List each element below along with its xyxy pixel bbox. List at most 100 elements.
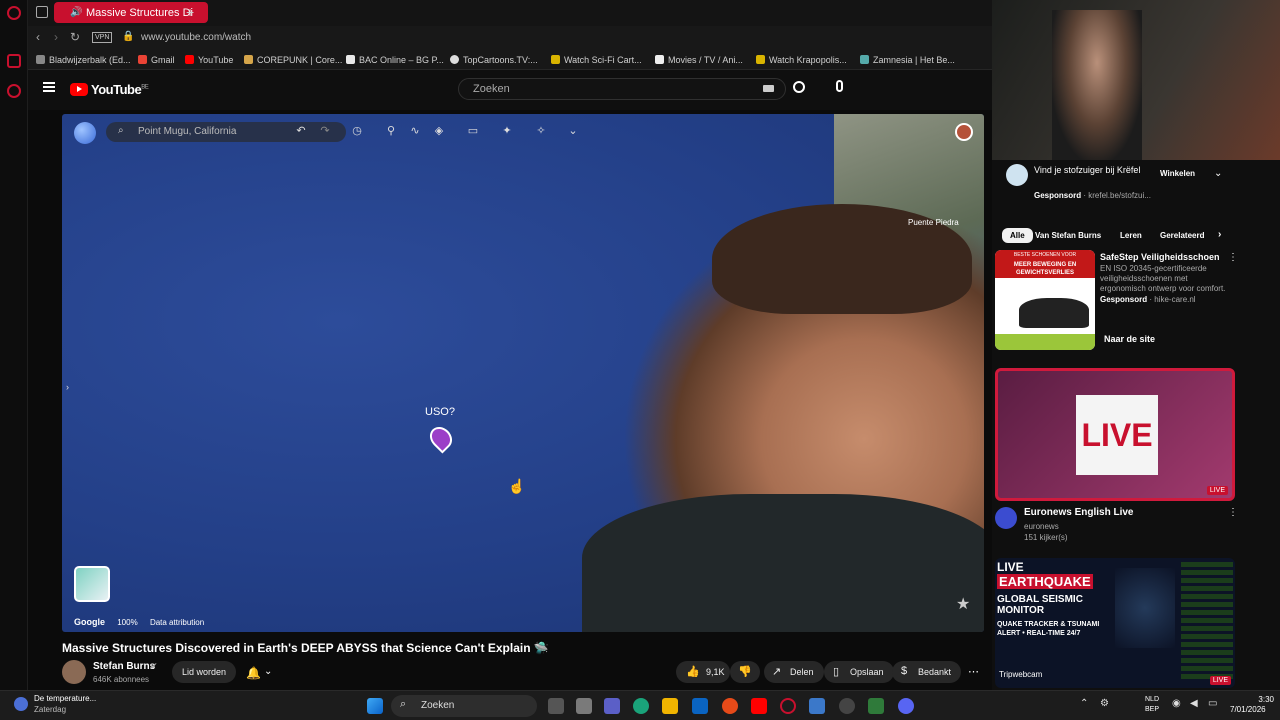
placemark-pin-icon[interactable] (425, 422, 457, 454)
start-icon[interactable] (367, 698, 383, 714)
chevron-down-icon[interactable]: ⌄ (566, 124, 580, 138)
bookmark-item[interactable]: YouTube (185, 55, 233, 65)
path-icon[interactable]: ∿ (408, 124, 422, 138)
task-view-icon[interactable] (548, 698, 564, 714)
krefel-logo[interactable] (1006, 164, 1028, 186)
language-indicator[interactable]: NLD BEP (1145, 695, 1159, 715)
satellite-icon[interactable]: ✦ (500, 124, 514, 138)
channel-avatar[interactable] (62, 660, 86, 684)
forward-icon[interactable]: › (54, 30, 58, 44)
opera-logo-icon[interactable] (7, 6, 21, 20)
chip-channel[interactable]: Van Stefan Burns (1035, 231, 1101, 240)
app-icon[interactable] (868, 698, 884, 714)
calculator-icon[interactable] (809, 698, 825, 714)
shop-button[interactable]: Winkelen (1160, 169, 1195, 178)
google-earth-globe-icon[interactable] (74, 122, 96, 144)
subscriber-count: 646K abonnees (93, 675, 150, 684)
search-input[interactable]: Zoeken (458, 78, 786, 100)
chevron-down-icon[interactable]: ⌄ (1214, 168, 1222, 179)
chip-all[interactable]: Alle (1002, 228, 1033, 243)
earth-avatar[interactable] (955, 123, 973, 141)
layers-icon[interactable]: ◈ (432, 124, 446, 138)
opera-icon[interactable] (780, 698, 796, 714)
back-icon[interactable]: ‹ (36, 30, 40, 44)
youtube-app-icon[interactable] (751, 698, 767, 714)
chevron-up-icon[interactable]: ⌃ (1080, 698, 1088, 709)
bookmark-item[interactable]: Zamnesia | Het Be... (860, 55, 955, 65)
steam-icon[interactable] (839, 698, 855, 714)
video-player[interactable]: Point Mugu, California ⌕ ↶ ↷ ◷ ⚲ ∿ ◈ ▭ ✦… (62, 114, 984, 632)
ad2-title[interactable]: SafeStep Veiligheidsschoen (1100, 252, 1220, 262)
bookmark-item[interactable]: Movies / TV / Ani... (655, 55, 743, 65)
save-button[interactable]: ▯ Opslaan (824, 661, 894, 683)
search-icon[interactable] (793, 81, 805, 93)
weather-icon[interactable] (14, 697, 28, 711)
explorer-icon[interactable] (662, 698, 678, 714)
workspaces-icon[interactable] (36, 6, 48, 18)
chrome-icon[interactable] (722, 698, 738, 714)
discord-icon[interactable] (898, 698, 914, 714)
undo-icon[interactable]: ↶ (294, 124, 308, 138)
clock[interactable]: 3:30 (1250, 695, 1274, 705)
wifi-icon[interactable]: ◉ (1172, 698, 1181, 709)
dislike-button[interactable]: 👎 (730, 661, 760, 683)
vpn-badge[interactable]: VPN (92, 32, 113, 43)
chevron-down-icon[interactable]: ⌄ (264, 666, 272, 677)
channel-name[interactable]: Stefan Burns (93, 661, 155, 672)
sparkle-icon[interactable]: ✧ (534, 124, 548, 138)
data-attribution-link[interactable]: Data attribution (150, 618, 204, 627)
placemark-icon[interactable]: ⚲ (384, 124, 398, 138)
thanks-button[interactable]: $ Bedankt (892, 661, 962, 683)
microphone-icon[interactable] (836, 80, 843, 92)
outlook-icon[interactable] (692, 698, 708, 714)
keyboard-icon[interactable] (763, 85, 774, 92)
bookmark-item[interactable]: Watch Sci-Fi Cart... (551, 55, 642, 65)
messenger-icon[interactable] (7, 54, 21, 68)
more-icon[interactable]: ⋯ (968, 665, 979, 678)
youtube-logo[interactable]: YouTubeBE (70, 82, 149, 97)
bookmark-item[interactable]: Watch Krapopolis... (756, 55, 847, 65)
bookmark-item[interactable]: BAC Online – BG P... (346, 55, 444, 65)
earthquake-thumbnail[interactable]: LIVE EARTHQUAKE GLOBAL SEISMIC MONITOR Q… (995, 558, 1235, 688)
volume-icon[interactable]: ◀ (1190, 698, 1198, 709)
redo-icon[interactable]: ↷ (318, 124, 332, 138)
menu-icon[interactable] (43, 82, 55, 92)
ad-top-title[interactable]: Vind je stofzuiger bij Krëfel (1034, 164, 1144, 176)
chip-related[interactable]: Gerelateerd (1160, 231, 1204, 240)
like-button[interactable]: 👍 9,1K (676, 661, 730, 683)
weather-title[interactable]: De temperature... (34, 694, 96, 703)
live-thumbnail[interactable]: LIVE LIVE (995, 368, 1235, 501)
more-icon[interactable]: ⋮ (1228, 252, 1238, 263)
related-video-title[interactable]: Euronews English Live (1024, 507, 1133, 518)
ad2-thumbnail[interactable]: BESTE SCHOENEN VOOR MEER BEWEGING EN GEW… (995, 250, 1095, 350)
history-icon[interactable]: ◷ (350, 124, 364, 138)
bookmark-item[interactable]: TopCartoons.TV:... (450, 55, 538, 65)
more-icon[interactable]: ⋮ (1228, 507, 1238, 518)
widgets-icon[interactable] (576, 698, 592, 714)
share-button[interactable]: ↗ Delen (764, 661, 824, 683)
earth-search-input[interactable]: Point Mugu, California (106, 122, 346, 142)
teams-icon[interactable] (604, 698, 620, 714)
chip-learn[interactable]: Leren (1120, 231, 1142, 240)
chevron-right-icon[interactable]: › (1218, 229, 1221, 240)
taskbar-search[interactable]: Zoeken (391, 695, 537, 717)
reload-icon[interactable]: ↻ (70, 30, 80, 44)
map-type-toggle[interactable] (74, 566, 110, 602)
battery-icon[interactable]: ▭ (1208, 698, 1217, 709)
join-button[interactable]: Lid worden (172, 661, 237, 683)
edge-icon[interactable] (633, 698, 649, 714)
url-field[interactable]: www.youtube.com/watch (141, 32, 251, 43)
bookmark-item[interactable]: Bladwijzerbalk (Ed... (36, 55, 131, 65)
tab-active[interactable]: 🔊 Massive Structures Di (54, 2, 208, 23)
new-tab-icon[interactable]: + (186, 4, 194, 20)
bookmark-item[interactable]: Gmail (138, 55, 175, 65)
euronews-avatar[interactable] (995, 507, 1017, 529)
history-icon[interactable] (7, 84, 21, 98)
bookmark-item[interactable]: COREPUNK | Core... (244, 55, 342, 65)
bell-icon[interactable]: 🔔 (246, 666, 261, 680)
network-icon[interactable]: ⚙ (1100, 698, 1109, 709)
measure-icon[interactable]: ▭ (466, 124, 480, 138)
panel-toggle-icon[interactable]: › (66, 382, 69, 392)
visit-site-button[interactable]: Naar de site (1104, 334, 1155, 344)
pegman-icon[interactable]: ★ (956, 594, 976, 614)
